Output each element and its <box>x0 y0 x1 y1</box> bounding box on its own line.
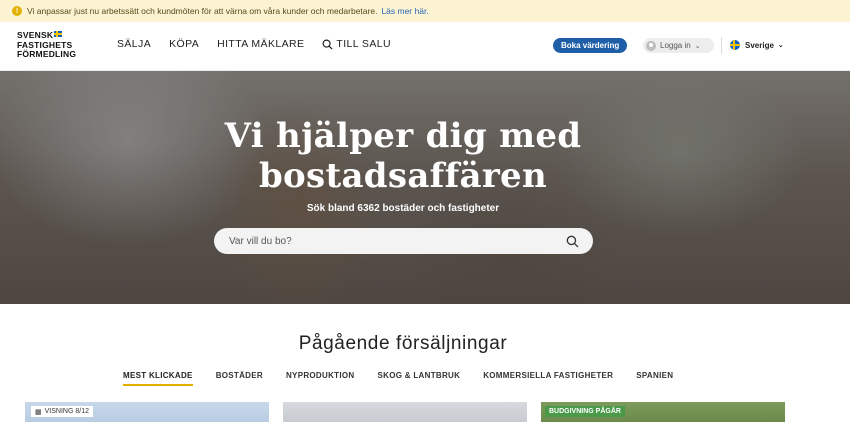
listing-card[interactable] <box>283 402 527 422</box>
logo-line-3: FÖRMEDLING <box>17 49 77 59</box>
listing-card[interactable]: ▦ VISNING 8/12 <box>25 402 269 422</box>
calendar-icon: ▦ <box>35 408 42 416</box>
hero-subtitle: Sök bland 6362 bostäder och fastigheter <box>306 203 500 214</box>
hero-title: Vi hjälper dig med bostadsaffären <box>0 116 806 196</box>
login-label: Logga in <box>660 41 691 50</box>
listing-card[interactable]: BUDGIVNING PÅGÅR <box>541 402 785 422</box>
hero-banner: Vi hjälper dig med bostadsaffären Sök bl… <box>0 71 850 304</box>
viewing-badge: ▦ VISNING 8/12 <box>31 406 93 417</box>
hero-title-line-1: Vi hjälper dig med <box>224 116 582 156</box>
site-header: SVENSK FASTIGHETS FÖRMEDLING SÄLJA KÖPA … <box>0 22 850 71</box>
bidding-badge: BUDGIVNING PÅGÅR <box>545 406 625 417</box>
country-selector[interactable]: Sverige ⌄ <box>730 40 784 50</box>
notice-text: Vi anpassar just nu arbetssätt och kundm… <box>27 6 378 16</box>
tab-kommersiella[interactable]: KOMMERSIELLA FASTIGHETER <box>483 371 613 386</box>
search-icon <box>322 39 333 50</box>
nav-kopa[interactable]: KÖPA <box>169 38 199 50</box>
tab-bostader[interactable]: BOSTÄDER <box>216 371 263 386</box>
chevron-down-icon: ⌄ <box>777 42 784 49</box>
nav-till-salu-label: TILL SALU <box>336 38 391 50</box>
logo[interactable]: SVENSK FASTIGHETS FÖRMEDLING <box>17 30 77 60</box>
country-label: Sverige <box>745 40 774 50</box>
notice-read-more-link[interactable]: Läs mer här. <box>381 6 428 16</box>
header-divider <box>721 37 722 54</box>
location-search-input[interactable] <box>229 235 529 247</box>
nav-hitta-maklare[interactable]: HITTA MÄKLARE <box>217 38 304 50</box>
listing-tabs: MEST KLICKADE BOSTÄDER NYPRODUKTION SKOG… <box>123 371 696 386</box>
nav-till-salu[interactable]: TILL SALU <box>322 38 409 50</box>
book-valuation-button[interactable]: Boka värdering <box>553 38 628 53</box>
hero-search-box <box>214 228 593 254</box>
chevron-down-icon: ⌄ <box>694 42 701 50</box>
tab-spanien[interactable]: SPANIEN <box>636 371 673 386</box>
listing-cards: ▦ VISNING 8/12 BUDGIVNING PÅGÅR <box>0 402 850 422</box>
logo-line-1: SVENSK <box>17 30 54 40</box>
hero-title-line-2: bostadsaffären <box>258 156 548 196</box>
tab-mest-klickade[interactable]: MEST KLICKADE <box>123 371 193 386</box>
listings-title: Pågående försäljningar <box>298 333 508 354</box>
info-icon: ! <box>12 6 22 16</box>
search-icon[interactable] <box>566 235 579 248</box>
user-icon <box>646 40 656 51</box>
nav-salja[interactable]: SÄLJA <box>117 38 151 50</box>
swedish-flag-icon <box>54 31 63 37</box>
notice-bar: ! Vi anpassar just nu arbetssätt och kun… <box>0 0 850 22</box>
tab-skog-lantbruk[interactable]: SKOG & LANTBRUK <box>377 371 460 386</box>
tab-nyproduktion[interactable]: NYPRODUKTION <box>286 371 355 386</box>
viewing-badge-text: VISNING 8/12 <box>44 408 89 415</box>
login-button[interactable]: Logga in ⌄ <box>643 38 714 53</box>
sweden-flag-icon <box>730 40 740 50</box>
main-nav: SÄLJA KÖPA HITTA MÄKLARE TILL SALU <box>117 38 427 50</box>
